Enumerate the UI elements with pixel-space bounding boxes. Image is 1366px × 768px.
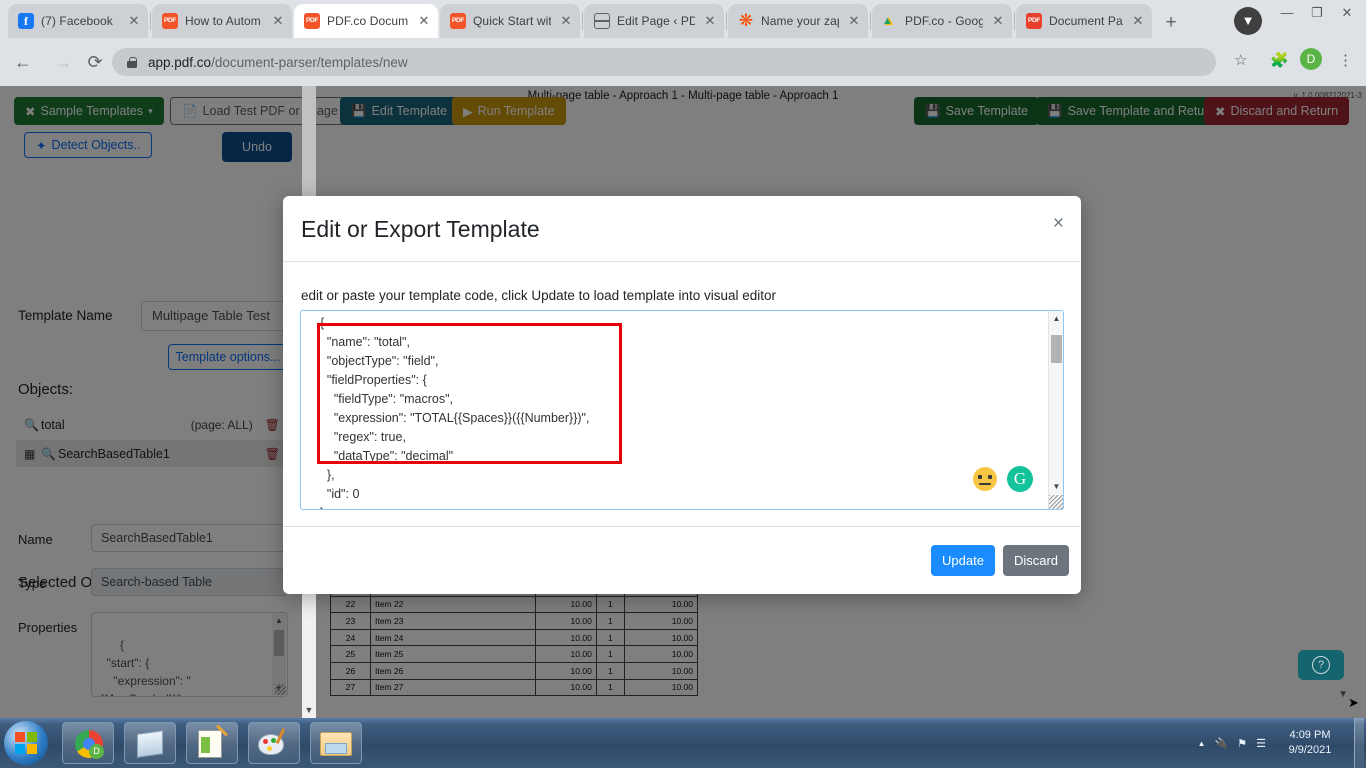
globe-icon (594, 13, 610, 29)
mouse-cursor: ➤ (1348, 695, 1359, 711)
browser-tab-1[interactable]: PDF How to Autom ✕ (152, 4, 292, 38)
signal-icon[interactable]: ☰ (1256, 737, 1266, 750)
template-code-textarea[interactable]: { "name": "total", "objectType": "field"… (300, 310, 1064, 510)
question-mark-icon: ? (1312, 656, 1330, 674)
tab-close-icon[interactable]: ✕ (702, 13, 718, 29)
taskbar-notepadpp-icon[interactable] (186, 722, 238, 764)
pdf-icon: PDF (304, 13, 320, 29)
dialog-header: Edit or Export Template × (283, 196, 1081, 262)
browser-menu-icon[interactable]: ⋮ (1338, 51, 1353, 69)
discard-button[interactable]: Discard (1003, 545, 1069, 576)
taskbar-explorer-icon[interactable] (310, 722, 362, 764)
template-code-text: { "name": "total", "objectType": "field"… (313, 314, 1033, 510)
tab-title: Quick Start wit (473, 14, 551, 28)
help-button[interactable]: ? (1298, 650, 1344, 680)
browser-tab-3[interactable]: PDF Quick Start wit ✕ (440, 4, 580, 38)
browser-tab-2[interactable]: PDF PDF.co Docum ✕ (294, 4, 438, 38)
tab-close-icon[interactable]: ✕ (558, 13, 574, 29)
show-hidden-icons-button[interactable]: ▲ (1198, 739, 1206, 748)
tab-title: How to Autom (185, 14, 263, 28)
browser-tab-4[interactable]: Edit Page ‹ PD ✕ (584, 4, 724, 38)
url-text: app.pdf.co/document-parser/templates/new (148, 55, 408, 70)
pdf-icon: PDF (162, 13, 178, 29)
forward-button[interactable]: → (48, 47, 78, 77)
browser-window: f (7) Facebook ✕ PDF How to Autom ✕ PDF … (0, 0, 1366, 718)
facebook-icon: f (18, 13, 34, 29)
scrollbar-thumb[interactable] (1051, 335, 1062, 363)
update-button[interactable]: Update (931, 545, 995, 576)
profile-chip-icon[interactable]: ▼ (1234, 7, 1262, 35)
star-icon[interactable]: ☆ (1234, 51, 1247, 69)
avatar[interactable]: D (1300, 48, 1322, 70)
web-page: Multi-page table - Approach 1 - Multi-pa… (0, 86, 1366, 718)
url-host: app.pdf.co (148, 55, 211, 70)
browser-toolbar: ← → ⟳ app.pdf.co/document-parser/templat… (0, 38, 1366, 86)
pdf-icon: PDF (1026, 13, 1042, 29)
resize-handle[interactable] (1049, 495, 1063, 509)
system-tray: ▲ 🔌 ⚑ ☰ 4:09 PM 9/9/2021 (1198, 718, 1366, 768)
tab-title: Document Par (1049, 14, 1123, 28)
close-window-button[interactable]: ✕ (1332, 2, 1362, 24)
tab-close-icon[interactable]: ✕ (126, 13, 142, 29)
show-desktop-button[interactable] (1354, 718, 1364, 768)
dialog-title: Edit or Export Template (301, 216, 540, 243)
chevron-down-icon[interactable]: ▼ (1338, 689, 1348, 700)
window-controls: — ❐ ✕ (1272, 2, 1362, 24)
clock-date: 9/9/2021 (1275, 743, 1345, 758)
grammarly-widget[interactable]: G (973, 466, 1033, 492)
zapier-icon: ❋ (738, 13, 754, 29)
tab-close-icon[interactable]: ✕ (416, 13, 432, 29)
network-icon[interactable]: 🔌 (1215, 737, 1229, 750)
browser-tab-6[interactable]: PDF.co - Goog ✕ (872, 4, 1012, 38)
grammarly-face-icon[interactable] (973, 467, 997, 491)
new-tab-button[interactable]: + (1158, 10, 1184, 36)
address-bar[interactable]: app.pdf.co/document-parser/templates/new (112, 48, 1216, 76)
tab-title: Edit Page ‹ PD (617, 14, 695, 28)
tab-title: PDF.co - Goog (905, 14, 983, 28)
dialog-footer: Update Discard (283, 526, 1081, 594)
tab-close-icon[interactable]: ✕ (846, 13, 862, 29)
close-icon[interactable]: × (1053, 214, 1064, 234)
scroll-up-icon[interactable]: ▲ (1049, 311, 1064, 326)
edit-or-export-template-dialog: Edit or Export Template × edit or paste … (283, 196, 1081, 594)
url-path: /document-parser/templates/new (211, 55, 408, 70)
back-button[interactable]: ← (8, 47, 38, 77)
tab-close-icon[interactable]: ✕ (1130, 13, 1146, 29)
lock-icon (126, 56, 138, 68)
maximize-button[interactable]: ❐ (1302, 2, 1332, 24)
taskbar-chrome-icon[interactable]: D (62, 722, 114, 764)
code-scrollbar[interactable]: ▲ ▼ (1048, 311, 1063, 509)
tab-title: Name your zap (761, 14, 839, 28)
tab-close-icon[interactable]: ✕ (990, 13, 1006, 29)
volume-icon[interactable]: ⚑ (1237, 737, 1247, 750)
tab-strip: f (7) Facebook ✕ PDF How to Autom ✕ PDF … (0, 0, 1366, 38)
scroll-down-icon[interactable]: ▼ (1049, 479, 1064, 494)
clock-time: 4:09 PM (1275, 728, 1345, 743)
puzzle-icon[interactable]: 🧩 (1270, 51, 1289, 69)
windows-start-icon[interactable] (4, 721, 48, 765)
reload-button[interactable]: ⟳ (80, 47, 110, 77)
minimize-button[interactable]: — (1272, 2, 1302, 24)
browser-tab-0[interactable]: f (7) Facebook ✕ (8, 4, 148, 38)
tab-title: PDF.co Docum (327, 14, 409, 28)
scroll-down-icon[interactable]: ▼ (302, 703, 316, 718)
taskbar-paint-icon[interactable] (248, 722, 300, 764)
dialog-hint-text: edit or paste your template code, click … (301, 288, 776, 303)
browser-tab-5[interactable]: ❋ Name your zap ✕ (728, 4, 868, 38)
pdf-icon: PDF (450, 13, 466, 29)
browser-tab-7[interactable]: PDF Document Par ✕ (1016, 4, 1152, 38)
clock[interactable]: 4:09 PM 9/9/2021 (1275, 728, 1345, 758)
taskbar-notepad-icon[interactable] (124, 722, 176, 764)
google-drive-icon (882, 13, 898, 29)
grammarly-logo-icon[interactable]: G (1007, 466, 1033, 492)
windows-taskbar: D ▲ 🔌 ⚑ ☰ 4:09 PM 9/9/2021 (0, 718, 1366, 768)
tab-title: (7) Facebook (41, 14, 119, 28)
tab-close-icon[interactable]: ✕ (270, 13, 286, 29)
